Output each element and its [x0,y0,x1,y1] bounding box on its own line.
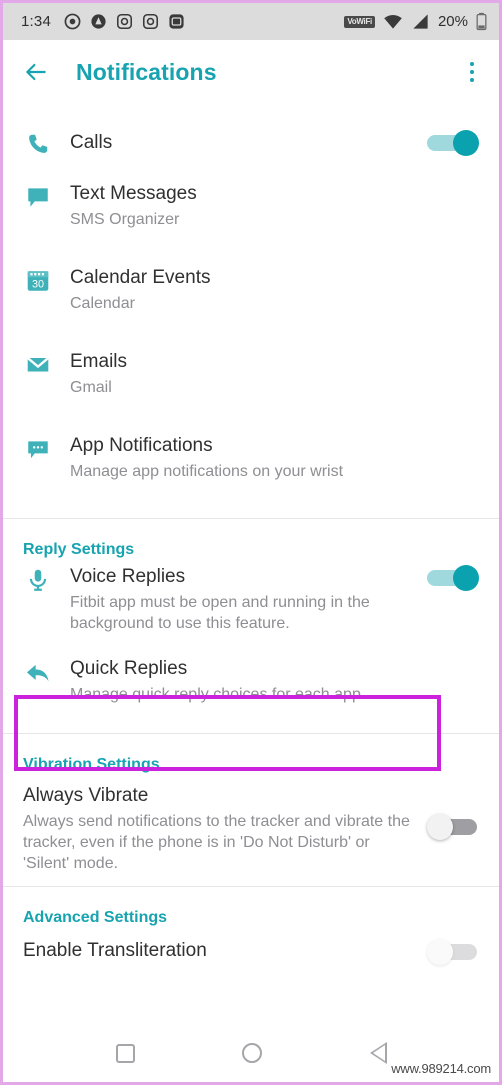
instagram-icon [116,13,133,30]
list-item-subtitle: Manage quick reply choices for each app. [70,685,366,703]
toggle-thumb [453,130,479,156]
microphone-icon [23,565,53,593]
toggle-thumb [427,814,453,840]
app-notification-bubble-icon [23,434,53,462]
toggle-wrap [423,130,479,156]
dot-1 [469,61,474,67]
section-header-advanced-settings: Advanced Settings [3,887,499,933]
instagram-icon-2 [142,13,159,30]
cellular-signal-icon [411,12,430,31]
list-item-text-messages[interactable]: Text Messages SMS Organizer [3,182,499,266]
watermark: www.989214.com [391,1061,491,1076]
row-body: Calendar Events Calendar [70,266,423,314]
toggle-thumb [427,939,453,965]
row-body: Calls [70,131,423,155]
phone-screen: 1:34 VoWiFi 20% Notifications Calls Text… [0,0,502,1085]
toggle-wrap [423,784,479,840]
list-item-subtitle: Always send notifications to the tracker… [23,812,410,873]
list-item-title: Text Messages [70,183,197,204]
calendar-day-label: 30 [32,279,44,291]
calls-toggle[interactable] [427,130,479,156]
list-item-subtitle: SMS Organizer [70,210,180,228]
list-item-app-notifications[interactable]: App Notifications Manage app notificatio… [3,434,499,518]
list-item-calendar-events[interactable]: 30 Calendar Events Calendar [3,266,499,350]
list-item-title: Quick Replies [70,658,188,679]
list-item-quick-replies[interactable]: Quick Replies Manage quick reply choices… [3,657,499,733]
list-item-title: Enable Transliteration [23,940,207,961]
row-body: Emails Gmail [70,350,423,398]
list-item-voice-replies[interactable]: Voice Replies Fitbit app must be open an… [3,565,499,657]
vowifi-badge: VoWiFi [344,15,375,28]
list-item-title: Always Vibrate [23,785,149,806]
status-right-icons: VoWiFi 20% [344,12,487,32]
list-item-enable-transliteration[interactable]: Enable Transliteration [3,933,499,973]
row-body: Enable Transliteration [23,939,423,963]
row-body: Always Vibrate Always send notifications… [23,784,423,875]
wifi-icon [383,12,403,32]
app-bar: Notifications [3,40,499,104]
list-item-title: Emails [70,351,128,372]
list-item-subtitle: Calendar [70,294,135,312]
status-bar: 1:34 VoWiFi 20% [3,3,499,40]
toggle-thumb [453,565,479,591]
list-item-title: Calls [70,132,113,154]
envelope-icon [23,350,53,378]
voice-replies-toggle[interactable] [427,565,479,591]
recents-square-icon[interactable] [116,1043,136,1063]
row-body: Text Messages SMS Organizer [70,182,423,230]
list-item-title: Voice Replies [70,566,186,587]
enable-transliteration-toggle[interactable] [427,939,479,965]
reply-arrow-icon [23,657,53,687]
home-circle-icon[interactable] [241,1043,262,1063]
list-item-subtitle: Manage app notifications on your wrist [70,462,344,480]
message-bubble-icon [23,182,53,210]
battery-percent: 20% [437,13,468,30]
phone-icon [23,129,53,157]
row-body: Quick Replies Manage quick reply choices… [70,657,423,705]
list-item-emails[interactable]: Emails Gmail [3,350,499,434]
list-item-title: Calendar Events [70,267,211,288]
battery-icon [476,12,487,31]
section-header-reply-settings: Reply Settings [3,519,499,565]
calendar-icon: 30 [23,266,53,294]
list-item-calls[interactable]: Calls [3,104,499,182]
back-arrow-icon[interactable] [23,59,49,85]
back-triangle-icon[interactable] [369,1042,387,1064]
list-item-subtitle: Fitbit app must be open and running in t… [70,593,370,633]
always-vibrate-toggle[interactable] [427,814,479,840]
record-icon [64,13,81,30]
dot-3 [469,77,474,83]
status-left-icons [64,13,185,30]
dot-2 [469,69,474,75]
list-item-always-vibrate[interactable]: Always Vibrate Always send notifications… [3,780,499,886]
overflow-menu-icon[interactable] [465,57,480,88]
section-header-vibration-settings: Vibration Settings [3,734,499,780]
list-item-title: App Notifications [70,435,213,456]
list-item-subtitle: Gmail [70,378,112,396]
app-a-icon [90,13,107,30]
row-body: Voice Replies Fitbit app must be open an… [70,565,423,634]
page-title: Notifications [76,58,217,85]
status-time: 1:34 [21,13,51,30]
toggle-wrap [423,565,479,591]
screenshot-icon [168,13,185,30]
toggle-wrap [423,939,479,965]
row-body: App Notifications Manage app notificatio… [70,434,423,482]
